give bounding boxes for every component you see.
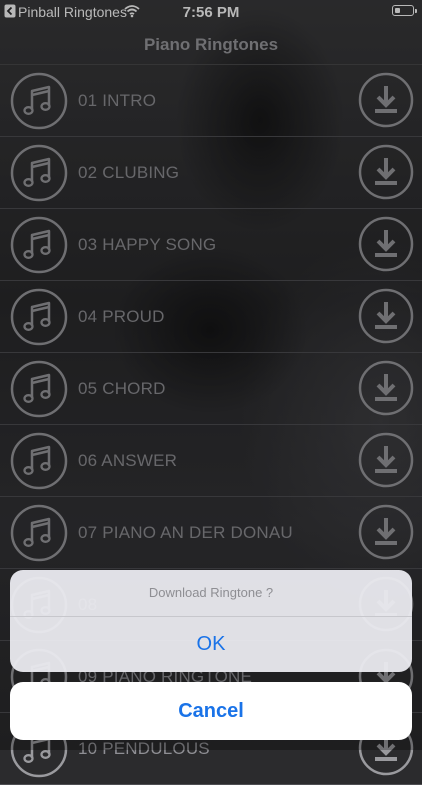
ok-button[interactable]: OK [10, 617, 412, 672]
action-sheet: Download Ringtone ? OK [10, 570, 412, 672]
action-sheet-title: Download Ringtone ? [148, 585, 274, 600]
cancel-button[interactable]: Cancel [10, 682, 412, 740]
